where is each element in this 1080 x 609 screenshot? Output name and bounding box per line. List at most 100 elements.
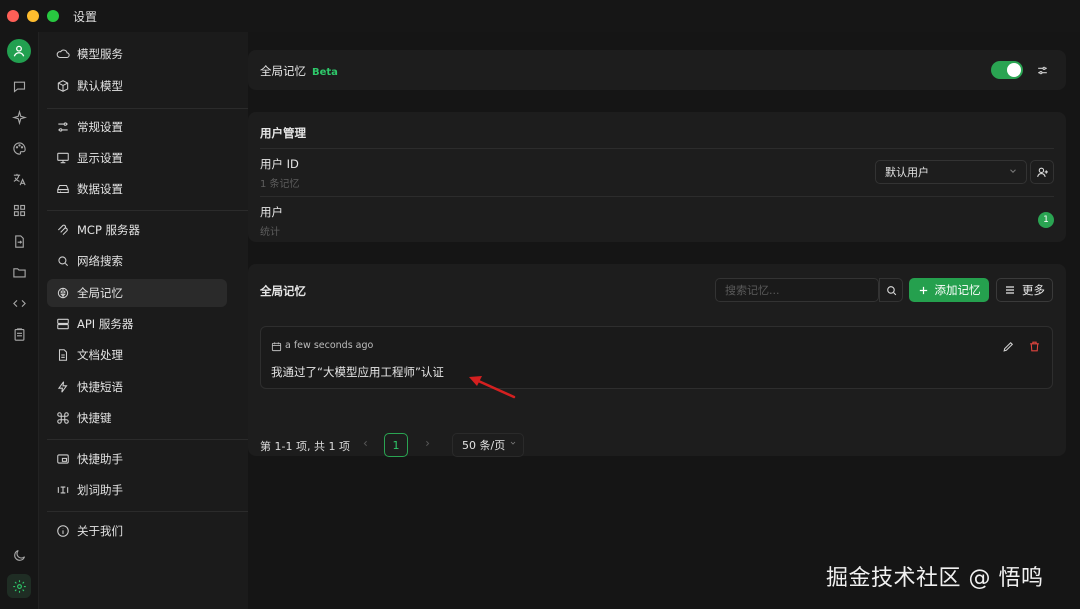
sidebar-divider (47, 108, 263, 109)
server-icon (57, 318, 69, 330)
sidebar-item-global-memory[interactable]: 全局记忆 (47, 279, 227, 307)
chevron-right-icon (426, 440, 430, 447)
page-1-button[interactable]: 1 (384, 433, 408, 457)
menu-icon (1006, 286, 1014, 294)
palette-icon[interactable] (7, 136, 31, 160)
user-avatar[interactable] (7, 39, 31, 63)
apps-grid-icon[interactable] (7, 198, 31, 222)
sidebar-item-web-search[interactable]: 网络搜索 (47, 247, 227, 275)
global-memory-heading: 全局记忆 Beta (260, 64, 338, 78)
folder-icon[interactable] (7, 260, 31, 284)
info-icon (57, 525, 69, 537)
cloud-icon (56, 49, 70, 59)
sidebar-divider (47, 511, 263, 512)
global-memory-card: 全局记忆 Beta (248, 50, 1066, 90)
page-size-select[interactable]: 50 条/页 (452, 433, 524, 457)
sidebar-divider (47, 439, 263, 440)
pencil-icon (1002, 341, 1013, 352)
mcp-icon (57, 224, 68, 236)
user-stats-subtext: 统计 (260, 227, 280, 238)
user-management-title: 用户管理 (260, 126, 306, 140)
search-memory-button[interactable] (879, 278, 903, 302)
monitor-icon (57, 152, 69, 164)
sidebar-item-general[interactable]: 常规设置 (47, 113, 227, 141)
user-icon (13, 45, 25, 57)
cube-icon (57, 80, 69, 92)
watermark: 掘金技术社区 @ 悟鸣 (826, 566, 1044, 591)
sidebar-item-model-service[interactable]: 模型服务 (47, 40, 227, 68)
search-icon (886, 285, 896, 295)
zoom-window-button[interactable] (47, 10, 59, 22)
sidebar-item-mcp[interactable]: MCP 服务器 (47, 216, 227, 244)
hard-drive-icon (57, 184, 69, 194)
user-management-card: 用户管理 用户 ID 1 条记忆 默认用户 用户 统计 1 (248, 112, 1066, 242)
calendar-icon (271, 342, 282, 352)
settings-sidebar: 模型服务 默认模型 常规设置 显示设置 数据设置 MCP 服务器 网络搜索 全局… (38, 32, 263, 609)
user-plus-icon (1036, 167, 1048, 177)
minimize-window-button[interactable] (27, 10, 39, 22)
chevron-down-icon (510, 441, 516, 445)
prev-page-button[interactable] (361, 438, 370, 451)
app-icon-bar (0, 32, 38, 609)
divider (260, 196, 1054, 197)
user-select[interactable]: 默认用户 (875, 160, 1027, 184)
pagination-summary: 第 1-1 项, 共 1 项 (260, 440, 350, 453)
sparkle-icon[interactable] (7, 105, 31, 129)
sidebar-item-document[interactable]: 文档处理 (47, 341, 227, 369)
text-select-icon (57, 486, 69, 494)
chat-icon[interactable] (7, 74, 31, 98)
beta-badge: Beta (312, 67, 338, 78)
memory-list-title: 全局记忆 (260, 284, 306, 298)
trash-icon (1029, 341, 1039, 351)
sidebar-item-quick-assistant[interactable]: 快捷助手 (47, 445, 227, 473)
file-transfer-icon[interactable] (7, 229, 31, 253)
sliders-icon (58, 122, 68, 132)
memory-timestamp: a few seconds ago (285, 340, 374, 351)
global-memory-toggle[interactable] (991, 61, 1023, 79)
settings-gear-icon[interactable] (7, 574, 31, 598)
sidebar-item-default-model[interactable]: 默认模型 (47, 72, 227, 100)
zap-icon (57, 381, 68, 393)
memory-content: 我通过了“大模型应用工程师”认证 (271, 365, 444, 379)
memory-item: a few seconds ago 我通过了“大模型应用工程师”认证 (260, 326, 1053, 389)
code-icon[interactable] (7, 291, 31, 315)
add-memory-button[interactable]: 添加记忆 (909, 278, 989, 302)
document-icon (58, 349, 68, 361)
delete-memory-button[interactable] (1025, 337, 1043, 355)
plus-icon (919, 286, 927, 294)
close-window-button[interactable] (7, 10, 19, 22)
settings-main: 全局记忆 Beta 用户管理 用户 ID 1 条记忆 默认用户 用户 统计 1 全… (248, 32, 1080, 609)
divider (260, 148, 1054, 149)
window-icon (57, 454, 69, 464)
add-user-button[interactable] (1030, 160, 1054, 184)
search-memory-input[interactable]: 搜索记忆... (715, 278, 879, 302)
sidebar-item-selection-assistant[interactable]: 划词助手 (47, 476, 227, 504)
sidebar-item-quick-phrase[interactable]: 快捷短语 (47, 373, 227, 401)
user-label: 用户 (260, 205, 283, 219)
sidebar-divider (47, 210, 263, 211)
clipboard-icon[interactable] (7, 322, 31, 346)
chevron-down-icon (1010, 169, 1016, 173)
window-controls (7, 10, 59, 22)
moon-icon[interactable] (7, 543, 31, 567)
sidebar-item-about[interactable]: 关于我们 (47, 517, 227, 545)
memory-list-card: 全局记忆 搜索记忆... 添加记忆 更多 a few seconds ago 我… (248, 264, 1066, 457)
brain-icon (57, 287, 69, 299)
sidebar-item-shortcuts[interactable]: 快捷键 (47, 404, 227, 432)
user-id-subtext: 1 条记忆 (260, 179, 300, 190)
window-title: 设置 (73, 9, 98, 24)
edit-memory-button[interactable] (999, 337, 1017, 355)
translate-icon[interactable] (7, 167, 31, 191)
sidebar-item-api-server[interactable]: API 服务器 (47, 310, 227, 338)
command-icon (57, 412, 69, 424)
settings-sliders-icon[interactable] (1033, 61, 1051, 79)
sidebar-item-data[interactable]: 数据设置 (47, 175, 227, 203)
more-button[interactable]: 更多 (996, 278, 1053, 302)
sidebar-item-display[interactable]: 显示设置 (47, 144, 227, 172)
user-count-badge: 1 (1038, 212, 1054, 228)
annotation-arrow (469, 376, 516, 399)
chevron-left-icon (363, 440, 367, 447)
user-id-label: 用户 ID (260, 157, 299, 171)
title-bar: 设置 (0, 0, 1080, 32)
next-page-button[interactable] (423, 438, 432, 451)
